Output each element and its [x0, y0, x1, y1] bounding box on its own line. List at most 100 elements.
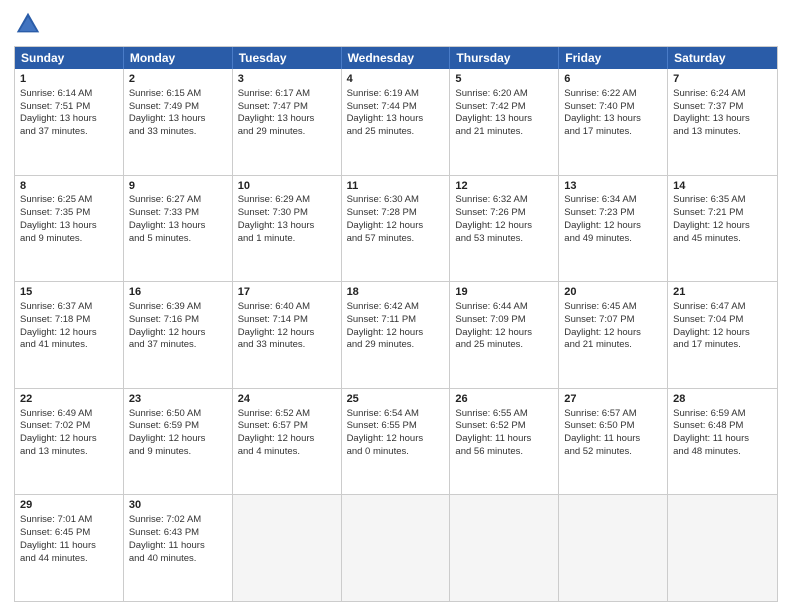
day-cell-18: 18Sunrise: 6:42 AMSunset: 7:11 PMDayligh… — [342, 282, 451, 388]
cell-line: Daylight: 13 hours — [564, 113, 662, 126]
day-number: 9 — [129, 179, 227, 194]
cell-line: Sunrise: 6:34 AM — [564, 194, 662, 207]
calendar-body: 1Sunrise: 6:14 AMSunset: 7:51 PMDaylight… — [15, 69, 777, 601]
day-cell-17: 17Sunrise: 6:40 AMSunset: 7:14 PMDayligh… — [233, 282, 342, 388]
day-number: 21 — [673, 285, 772, 300]
cell-line: Daylight: 13 hours — [129, 220, 227, 233]
day-cell-22: 22Sunrise: 6:49 AMSunset: 7:02 PMDayligh… — [15, 389, 124, 495]
cell-line: Sunset: 7:30 PM — [238, 207, 336, 220]
empty-cell — [668, 495, 777, 601]
header — [14, 10, 778, 38]
cell-line: Sunrise: 6:42 AM — [347, 301, 445, 314]
header-day-thursday: Thursday — [450, 47, 559, 69]
day-number: 8 — [20, 179, 118, 194]
calendar-row-4: 22Sunrise: 6:49 AMSunset: 7:02 PMDayligh… — [15, 388, 777, 495]
day-number: 16 — [129, 285, 227, 300]
day-number: 5 — [455, 72, 553, 87]
cell-line: Sunset: 7:35 PM — [20, 207, 118, 220]
cell-line: Daylight: 12 hours — [564, 220, 662, 233]
cell-line: Sunrise: 6:49 AM — [20, 408, 118, 421]
header-day-saturday: Saturday — [668, 47, 777, 69]
cell-line: and 45 minutes. — [673, 233, 772, 246]
day-cell-9: 9Sunrise: 6:27 AMSunset: 7:33 PMDaylight… — [124, 176, 233, 282]
cell-line: Sunrise: 6:15 AM — [129, 88, 227, 101]
day-cell-11: 11Sunrise: 6:30 AMSunset: 7:28 PMDayligh… — [342, 176, 451, 282]
cell-line: and 48 minutes. — [673, 446, 772, 459]
day-number: 28 — [673, 392, 772, 407]
cell-line: Sunrise: 6:17 AM — [238, 88, 336, 101]
day-number: 15 — [20, 285, 118, 300]
cell-line: and 21 minutes. — [455, 126, 553, 139]
cell-line: and 29 minutes. — [238, 126, 336, 139]
day-cell-27: 27Sunrise: 6:57 AMSunset: 6:50 PMDayligh… — [559, 389, 668, 495]
cell-line: Sunrise: 6:40 AM — [238, 301, 336, 314]
cell-line: Sunrise: 6:19 AM — [347, 88, 445, 101]
header-day-wednesday: Wednesday — [342, 47, 451, 69]
cell-line: and 13 minutes. — [673, 126, 772, 139]
day-cell-19: 19Sunrise: 6:44 AMSunset: 7:09 PMDayligh… — [450, 282, 559, 388]
cell-line: Sunset: 7:16 PM — [129, 314, 227, 327]
cell-line: Daylight: 12 hours — [455, 220, 553, 233]
cell-line: Sunset: 6:55 PM — [347, 420, 445, 433]
day-cell-28: 28Sunrise: 6:59 AMSunset: 6:48 PMDayligh… — [668, 389, 777, 495]
cell-line: and 37 minutes. — [20, 126, 118, 139]
day-cell-6: 6Sunrise: 6:22 AMSunset: 7:40 PMDaylight… — [559, 69, 668, 175]
cell-line: Sunrise: 6:47 AM — [673, 301, 772, 314]
cell-line: Sunrise: 6:55 AM — [455, 408, 553, 421]
cell-line: Sunset: 7:51 PM — [20, 101, 118, 114]
cell-line: Sunrise: 6:57 AM — [564, 408, 662, 421]
calendar-row-3: 15Sunrise: 6:37 AMSunset: 7:18 PMDayligh… — [15, 281, 777, 388]
cell-line: Sunset: 7:33 PM — [129, 207, 227, 220]
cell-line: and 29 minutes. — [347, 339, 445, 352]
cell-line: Sunrise: 6:50 AM — [129, 408, 227, 421]
cell-line: Sunset: 7:09 PM — [455, 314, 553, 327]
day-cell-25: 25Sunrise: 6:54 AMSunset: 6:55 PMDayligh… — [342, 389, 451, 495]
day-number: 7 — [673, 72, 772, 87]
cell-line: Sunrise: 6:25 AM — [20, 194, 118, 207]
day-number: 23 — [129, 392, 227, 407]
day-number: 14 — [673, 179, 772, 194]
cell-line: Daylight: 12 hours — [129, 327, 227, 340]
cell-line: and 33 minutes. — [129, 126, 227, 139]
day-number: 18 — [347, 285, 445, 300]
day-cell-1: 1Sunrise: 6:14 AMSunset: 7:51 PMDaylight… — [15, 69, 124, 175]
cell-line: Sunset: 7:44 PM — [347, 101, 445, 114]
cell-line: and 49 minutes. — [564, 233, 662, 246]
day-number: 25 — [347, 392, 445, 407]
cell-line: Sunrise: 6:45 AM — [564, 301, 662, 314]
cell-line: Sunset: 6:43 PM — [129, 527, 227, 540]
cell-line: Daylight: 13 hours — [673, 113, 772, 126]
day-cell-14: 14Sunrise: 6:35 AMSunset: 7:21 PMDayligh… — [668, 176, 777, 282]
cell-line: and 41 minutes. — [20, 339, 118, 352]
day-number: 6 — [564, 72, 662, 87]
cell-line: Sunset: 7:40 PM — [564, 101, 662, 114]
day-number: 24 — [238, 392, 336, 407]
cell-line: Sunrise: 6:24 AM — [673, 88, 772, 101]
cell-line: Sunset: 7:11 PM — [347, 314, 445, 327]
cell-line: Daylight: 12 hours — [20, 433, 118, 446]
cell-line: and 25 minutes. — [455, 339, 553, 352]
cell-line: Daylight: 13 hours — [455, 113, 553, 126]
cell-line: Sunrise: 7:01 AM — [20, 514, 118, 527]
cell-line: and 17 minutes. — [564, 126, 662, 139]
day-number: 1 — [20, 72, 118, 87]
day-cell-12: 12Sunrise: 6:32 AMSunset: 7:26 PMDayligh… — [450, 176, 559, 282]
day-number: 19 — [455, 285, 553, 300]
cell-line: Sunrise: 6:29 AM — [238, 194, 336, 207]
day-number: 30 — [129, 498, 227, 513]
cell-line: and 9 minutes. — [20, 233, 118, 246]
cell-line: and 13 minutes. — [20, 446, 118, 459]
header-day-sunday: Sunday — [15, 47, 124, 69]
cell-line: and 53 minutes. — [455, 233, 553, 246]
cell-line: Sunrise: 6:27 AM — [129, 194, 227, 207]
day-number: 27 — [564, 392, 662, 407]
day-number: 13 — [564, 179, 662, 194]
calendar-row-1: 1Sunrise: 6:14 AMSunset: 7:51 PMDaylight… — [15, 69, 777, 175]
day-cell-4: 4Sunrise: 6:19 AMSunset: 7:44 PMDaylight… — [342, 69, 451, 175]
cell-line: Sunrise: 6:59 AM — [673, 408, 772, 421]
cell-line: and 37 minutes. — [129, 339, 227, 352]
cell-line: Daylight: 12 hours — [238, 433, 336, 446]
empty-cell — [450, 495, 559, 601]
empty-cell — [233, 495, 342, 601]
cell-line: Sunrise: 6:39 AM — [129, 301, 227, 314]
